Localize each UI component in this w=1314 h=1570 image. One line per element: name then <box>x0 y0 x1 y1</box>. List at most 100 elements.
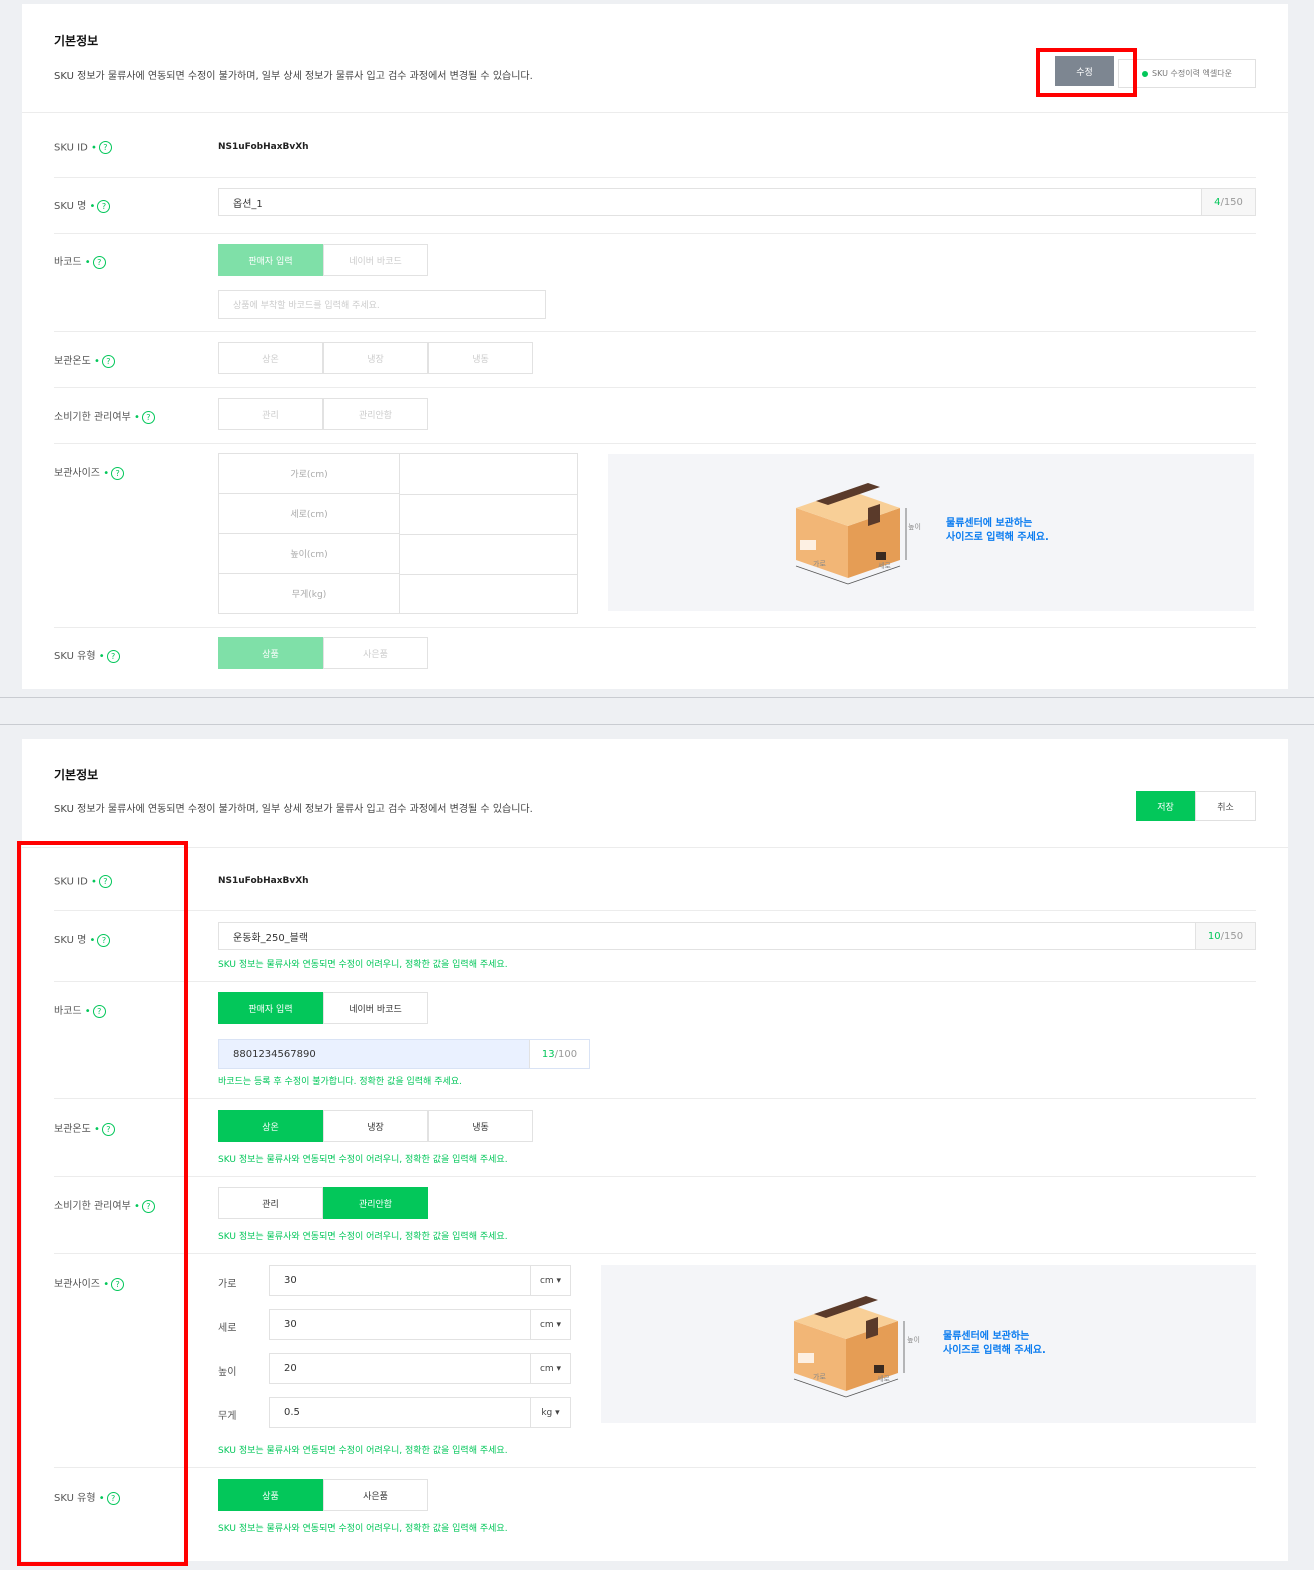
sku-name-input-value: 운동화_250_블랙 <box>233 932 309 944</box>
chevron-down-icon: ▾ <box>555 1407 560 1418</box>
help-icon[interactable]: ? <box>92 255 106 269</box>
dim-depth-text: 세로 <box>877 1375 890 1383</box>
type-option-product[interactable]: 상품 <box>218 1479 323 1511</box>
illustration-guide-text: 물류센터에 보관하는 사이즈로 입력해 주세요. <box>943 1331 1046 1356</box>
size-height-value: 20 <box>284 1363 297 1374</box>
save-button[interactable]: 저장 <box>1136 791 1195 821</box>
help-icon[interactable]: ? <box>141 410 155 424</box>
type-option-gift[interactable]: 사은품 <box>323 1479 428 1511</box>
sku-name-label: SKU 명 •? <box>54 197 111 213</box>
unit-select-depth[interactable]: cm ▾ <box>530 1310 570 1339</box>
barcode-tab-naver[interactable]: 네이버 바코드 <box>323 244 428 276</box>
size-row-height: 높이(cm) <box>219 534 399 574</box>
help-icon[interactable]: ? <box>97 199 111 213</box>
chevron-down-icon: ▾ <box>556 1275 562 1286</box>
excel-download-label: SKU 수정이력 엑셀다운 <box>1152 69 1232 78</box>
storage-size-hint: SKU 정보는 물류사와 연동되면 수정이 어려우니, 정확한 값을 입력해 주… <box>218 1446 508 1456</box>
temp-option-fridge[interactable]: 냉장 <box>323 342 428 374</box>
temp-option-frozen[interactable]: 냉동 <box>428 342 533 374</box>
sku-id-value: NS1uFobHaxBvXh <box>218 142 309 152</box>
chevron-down-icon: ▾ <box>556 1363 562 1374</box>
size-illustration-panel: 가로 세로 높이 물류센터에 보관하는 사이즈로 입력해 주세요. <box>601 1265 1256 1423</box>
temp-option-fridge[interactable]: 냉장 <box>323 1110 428 1142</box>
dim-width-text: 가로 <box>813 560 826 568</box>
size-row-depth: 세로(cm) <box>219 494 399 534</box>
size-depth-input[interactable]: 30 cm ▾ <box>269 1309 571 1340</box>
unit-select-width[interactable]: cm ▾ <box>530 1266 570 1295</box>
help-icon[interactable]: ? <box>98 141 112 154</box>
help-icon[interactable]: ? <box>106 649 120 663</box>
barcode-counter: 13/100 <box>529 1040 589 1068</box>
sku-name-input[interactable]: 옵션_1 4/150 <box>218 188 1256 216</box>
top-panel-basic-info: 기본정보 SKU 정보가 물류사에 연동되면 수정이 불가하며, 일부 상세 정… <box>22 4 1288 689</box>
expiry-option-manage[interactable]: 관리 <box>218 398 323 430</box>
size-field-depth-label: 세로 <box>218 1323 237 1334</box>
excel-download-button[interactable]: SKU 수정이력 엑셀다운 <box>1118 59 1256 88</box>
dim-height-text: 높이 <box>908 523 921 531</box>
bottom-panel-basic-info: 기본정보 SKU 정보가 물류사에 연동되면 수정이 불가하며, 일부 상세 정… <box>22 739 1288 1561</box>
highlight-label-column <box>17 841 188 1566</box>
section-description: SKU 정보가 물류사에 연동되면 수정이 불가하며, 일부 상세 정보가 물류… <box>54 804 533 815</box>
illustration-guide-text: 물류센터에 보관하는 사이즈로 입력해 주세요. <box>946 518 1049 543</box>
size-illustration-panel: 가로 세로 높이 물류센터에 보관하는 사이즈로 입력해 주세요. <box>608 454 1254 611</box>
size-field-weight-label: 무게 <box>218 1411 237 1422</box>
barcode-input[interactable]: 8801234567890 13/100 <box>218 1039 590 1069</box>
size-weight-input[interactable]: 0.5 kg ▾ <box>269 1397 571 1428</box>
highlight-edit-button <box>1036 48 1137 97</box>
download-dot-icon <box>1142 70 1149 77</box>
dim-width-text: 가로 <box>813 1373 826 1381</box>
help-icon[interactable]: ? <box>111 466 125 480</box>
size-depth-value: 30 <box>284 1319 297 1330</box>
storage-temp-label: 보관온도 •? <box>54 352 115 368</box>
barcode-input[interactable]: 상품에 부착할 바코드를 입력해 주세요. <box>218 290 546 319</box>
dim-height-text: 높이 <box>907 1336 920 1344</box>
sku-type-label: SKU 유형 •? <box>54 647 120 663</box>
sku-type-hint: SKU 정보는 물류사와 연동되면 수정이 어려우니, 정확한 값을 입력해 주… <box>218 1524 508 1534</box>
section-title: 기본정보 <box>54 34 99 48</box>
sku-name-counter: 10/150 <box>1195 923 1255 949</box>
temp-option-frozen[interactable]: 냉동 <box>428 1110 533 1142</box>
cancel-button[interactable]: 취소 <box>1195 791 1256 821</box>
expiry-option-manage[interactable]: 관리 <box>218 1187 323 1219</box>
size-field-height-label: 높이 <box>218 1367 237 1378</box>
expiry-hint: SKU 정보는 물류사와 연동되면 수정이 어려우니, 정확한 값을 입력해 주… <box>218 1232 508 1242</box>
sku-name-hint: SKU 정보는 물류사와 연동되면 수정이 어려우니, 정확한 값을 입력해 주… <box>218 960 508 970</box>
temp-option-room[interactable]: 상온 <box>218 1110 323 1142</box>
unit-select-height[interactable]: cm ▾ <box>530 1354 570 1383</box>
sku-name-counter: 4/150 <box>1201 189 1255 215</box>
storage-temp-hint: SKU 정보는 물류사와 연동되면 수정이 어려우니, 정확한 값을 입력해 주… <box>218 1155 508 1165</box>
size-table: 가로(cm) 세로(cm) 높이(cm) 무게(kg) <box>218 453 578 614</box>
expiry-label: 소비기한 관리여부 •? <box>54 408 155 424</box>
help-icon[interactable]: ? <box>101 354 115 368</box>
box-illustration-icon <box>793 1296 905 1398</box>
size-width-value: 30 <box>284 1275 297 1286</box>
section-description: SKU 정보가 물류사에 연동되면 수정이 불가하며, 일부 상세 정보가 물류… <box>54 71 533 82</box>
box-illustration-icon <box>795 483 907 585</box>
size-row-weight: 무게(kg) <box>219 574 399 613</box>
barcode-label: 바코드 •? <box>54 253 106 269</box>
section-title: 기본정보 <box>54 768 99 782</box>
sku-id-value: NS1uFobHaxBvXh <box>218 876 309 886</box>
size-field-width-label: 가로 <box>218 1279 237 1290</box>
size-width-input[interactable]: 30 cm ▾ <box>269 1265 571 1296</box>
barcode-tab-seller[interactable]: 판매자 입력 <box>218 992 323 1024</box>
temp-option-room[interactable]: 상온 <box>218 342 323 374</box>
sku-name-input-value: 옵션_1 <box>233 198 263 210</box>
size-weight-value: 0.5 <box>284 1407 300 1418</box>
sku-name-input[interactable]: 운동화_250_블랙 10/150 <box>218 922 1256 950</box>
barcode-tab-naver[interactable]: 네이버 바코드 <box>323 992 428 1024</box>
type-option-product[interactable]: 상품 <box>218 637 323 669</box>
storage-size-label: 보관사이즈 •? <box>54 464 125 480</box>
expiry-option-no-manage[interactable]: 관리안함 <box>323 398 428 430</box>
expiry-option-no-manage[interactable]: 관리안함 <box>323 1187 428 1219</box>
sku-id-label: SKU ID •? <box>54 141 112 154</box>
barcode-input-value: 8801234567890 <box>233 1048 316 1060</box>
unit-select-weight[interactable]: kg ▾ <box>530 1398 570 1427</box>
barcode-hint: 바코드는 등록 후 수정이 불가합니다. 정확한 값을 입력해 주세요. <box>218 1077 462 1087</box>
dim-depth-text: 세로 <box>878 562 891 570</box>
size-row-width: 가로(cm) <box>219 454 399 494</box>
type-option-gift[interactable]: 사은품 <box>323 637 428 669</box>
barcode-tab-seller[interactable]: 판매자 입력 <box>218 244 323 276</box>
chevron-down-icon: ▾ <box>556 1319 562 1330</box>
size-height-input[interactable]: 20 cm ▾ <box>269 1353 571 1384</box>
